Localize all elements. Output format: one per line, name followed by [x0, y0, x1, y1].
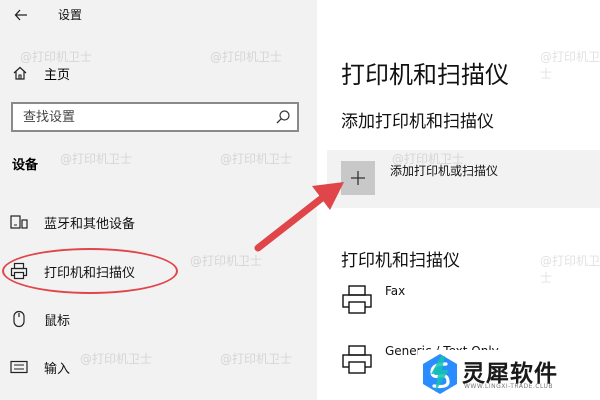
brand-tagline: WWW.LINGXI-TRADE.CLUB	[464, 383, 554, 390]
sidebar-item-input[interactable]: 输入	[8, 352, 308, 382]
sidebar-item-printers[interactable]: 打印机和扫描仪	[8, 256, 308, 286]
sidebar-item-mouse[interactable]: 鼠标	[8, 304, 308, 334]
plus-icon	[341, 161, 375, 195]
brand-logo: 灵犀软件 WWW.LINGXI-TRADE.CLUB	[418, 350, 600, 400]
title-bar: 设置	[0, 0, 317, 30]
section-title-devices: 设备	[12, 158, 39, 173]
search-box[interactable]	[11, 102, 299, 132]
app-title: 设置	[58, 8, 83, 22]
printer-icon	[341, 284, 373, 320]
nav-home[interactable]: 主页	[10, 60, 300, 86]
search-input[interactable]	[13, 104, 263, 130]
sidebar-item-label: 输入	[44, 361, 71, 377]
add-printer-button[interactable]: 添加打印机或扫描仪	[327, 150, 600, 208]
printer-name: Fax	[385, 284, 406, 298]
devices-icon	[8, 214, 30, 230]
sidebar-item-label: 蓝牙和其他设备	[44, 216, 136, 232]
sidebar-item-bluetooth[interactable]: 蓝牙和其他设备	[8, 207, 308, 237]
page-title: 打印机和扫描仪	[341, 61, 509, 89]
printer-list-title: 打印机和扫描仪	[341, 251, 460, 271]
sidebar: 设置 主页 设备 蓝牙和其他设备 打印机和扫描仪 鼠标	[0, 0, 317, 400]
add-section-title: 添加打印机和扫描仪	[341, 112, 494, 132]
printer-icon	[341, 344, 373, 380]
search-icon[interactable]	[275, 109, 291, 129]
back-button[interactable]	[10, 4, 32, 26]
mouse-icon	[8, 310, 30, 328]
home-icon	[10, 65, 30, 81]
nav-home-label: 主页	[44, 67, 71, 83]
brand-mark-icon	[423, 354, 457, 394]
printer-item-fax[interactable]: Fax	[341, 284, 600, 324]
keyboard-icon	[8, 360, 30, 374]
back-arrow-icon	[14, 9, 27, 21]
sidebar-item-label: 鼠标	[44, 313, 71, 329]
sidebar-item-label: 打印机和扫描仪	[44, 265, 136, 281]
printer-icon	[8, 262, 30, 280]
add-printer-label: 添加打印机或扫描仪	[390, 164, 499, 178]
